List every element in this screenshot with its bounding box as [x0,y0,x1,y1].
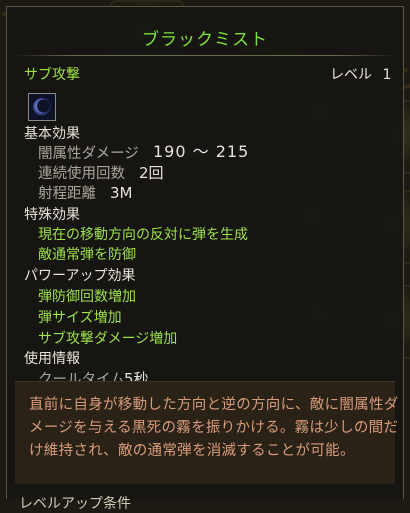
skill-description-box: 直前に自身が移動した方向と逆の方向に、敵に闇属性ダ メージを与える黒死の霧を振り… [15,381,398,484]
usage-info-header: 使用情報 [24,351,80,367]
description-line: 直前に自身が移動した方向と逆の方向に、敵に闇属性ダ [29,397,399,413]
dark-orb-icon [28,93,56,121]
special-effect-item: 敵通常弾を防御 [38,247,136,263]
stat-value-dark-damage: 190 ～ 215 [153,142,250,161]
description-line: メージを与える黒死の霧を振りかける。霧は少しの間だ [29,420,399,436]
powerup-effect-item: 弾防御回数増加 [38,289,136,305]
skill-level: レベル 1 [330,66,391,84]
skill-description: 直前に自身が移動した方向と逆の方向に、敵に闇属性ダ メージを与える黒死の霧を振り… [29,394,399,463]
stat-value-consecutive-uses: 2回 [139,164,164,182]
powerup-effects-header: パワーアップ効果 [24,268,136,284]
title-divider [15,55,395,56]
skill-tooltip: ブラックミスト サブ攻撃 レベル 1 基本効果 闇属性ダメージ 190 ～ 21… [6,6,404,512]
level-value: 1 [382,67,392,83]
stat-label-dark-damage: 闇属性ダメージ [38,146,139,162]
level-label: レベル [330,67,372,83]
skill-title: ブラックミスト [142,30,268,50]
levelup-conditions-header: レベルアップ条件 [19,496,131,512]
powerup-effect-item: 弾サイズ増加 [38,310,122,326]
special-effects-header: 特殊効果 [24,207,80,223]
basic-effects-header: 基本効果 [24,126,80,142]
stat-label-range: 射程距離 [38,186,96,202]
special-effect-item: 現在の移動方向の反対に弾を生成 [38,227,248,243]
stat-value-range: 3M [110,184,133,202]
stat-label-consecutive-uses: 連続使用回数 [38,166,125,182]
powerup-effect-item: サブ攻撃ダメージ増加 [38,331,178,347]
skill-category: サブ攻撃 [24,67,80,83]
description-line: け維持され、敵の通常弾を消滅することが可能。 [29,443,355,459]
